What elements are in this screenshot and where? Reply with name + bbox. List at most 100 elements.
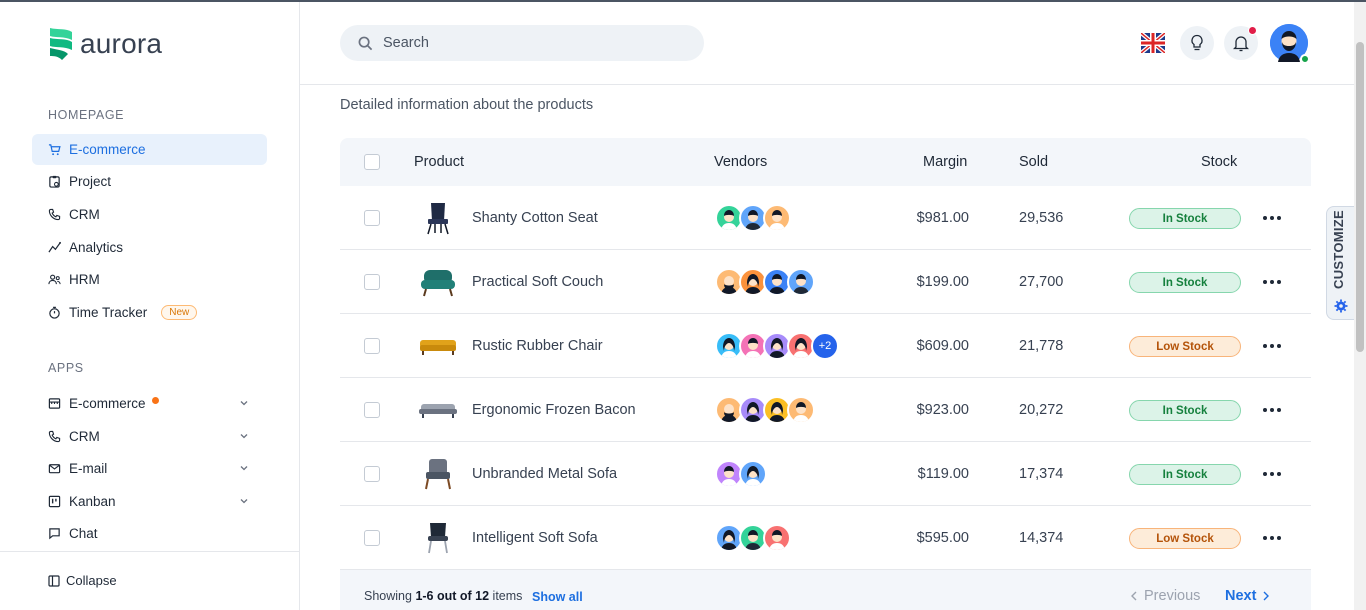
table-header: Product Vendors Margin Sold Stock (340, 138, 1311, 186)
product-sold: 21,778 (1019, 338, 1064, 354)
sidebar-item-project[interactable]: Project (32, 166, 267, 197)
product-image (416, 264, 460, 300)
search-bar[interactable] (340, 25, 704, 61)
vendor-avatars[interactable]: +2 (715, 332, 839, 360)
column-header-margin[interactable]: Margin (923, 154, 967, 170)
sidebar-item-ecommerce[interactable]: E-commerce (32, 134, 267, 165)
product-sold: 29,536 (1019, 210, 1064, 226)
analytics-icon (48, 241, 61, 254)
page-scrollbar[interactable] (1354, 2, 1366, 610)
showing-suffix: items (492, 589, 523, 603)
product-name[interactable]: Ergonomic Frozen Bacon (472, 402, 636, 418)
sidebar-item-apps-email[interactable]: E-mail (32, 453, 267, 484)
vendor-avatar[interactable] (739, 460, 767, 488)
column-header-stock[interactable]: Stock (1201, 154, 1237, 170)
collapse-label: Collapse (66, 573, 117, 588)
product-margin: $609.00 (916, 338, 969, 354)
sidebar-item-apps-ecommerce[interactable]: E-commerce (32, 388, 267, 419)
sidebar-item-time-tracker[interactable]: Time Tracker New (32, 297, 267, 328)
chevron-down-icon[interactable] (239, 463, 249, 473)
column-header-sold[interactable]: Sold (1019, 154, 1048, 170)
table-footer: Showing 1-6 out of 12 items Show all Pre… (340, 570, 1311, 610)
row-checkbox[interactable] (364, 530, 380, 546)
kanban-icon (48, 495, 61, 508)
table-row[interactable]: Unbranded Metal Sofa $119.00 17,374 In S… (340, 442, 1311, 506)
vendor-avatars[interactable] (715, 268, 815, 296)
phone-icon (48, 208, 61, 221)
stock-status-badge: In Stock (1129, 400, 1241, 421)
vendor-avatar[interactable] (763, 204, 791, 232)
product-name[interactable]: Rustic Rubber Chair (472, 338, 603, 354)
product-image (416, 520, 460, 556)
column-header-product[interactable]: Product (414, 154, 464, 170)
notifications-button[interactable] (1224, 26, 1258, 60)
sidebar-item-crm[interactable]: CRM (32, 199, 267, 230)
row-checkbox[interactable] (364, 466, 380, 482)
select-all-checkbox[interactable] (364, 154, 380, 170)
vendor-avatar[interactable] (787, 396, 815, 424)
product-name[interactable]: Shanty Cotton Seat (472, 210, 598, 226)
sidebar: aurora HOMEPAGE E-commerce Project CRM A… (0, 0, 300, 610)
row-actions-button[interactable] (1260, 400, 1284, 420)
user-avatar[interactable] (1270, 24, 1310, 64)
sidebar-item-hrm[interactable]: HRM (32, 264, 267, 295)
row-checkbox[interactable] (364, 210, 380, 226)
top-header (300, 2, 1354, 85)
table-row[interactable]: Shanty Cotton Seat $981.00 29,536 In Sto… (340, 186, 1311, 250)
scrollbar-thumb[interactable] (1356, 42, 1364, 352)
next-page-button[interactable]: Next (1225, 588, 1270, 604)
sidebar-item-apps-crm[interactable]: CRM (32, 421, 267, 452)
row-checkbox[interactable] (364, 338, 380, 354)
vendor-avatar[interactable] (787, 268, 815, 296)
chevron-down-icon[interactable] (239, 431, 249, 441)
sidebar-item-analytics[interactable]: Analytics (32, 232, 267, 263)
vendor-avatars[interactable] (715, 460, 767, 488)
row-actions-button[interactable] (1260, 208, 1284, 228)
chevron-down-icon[interactable] (239, 496, 249, 506)
collapse-button[interactable]: Collapse (48, 573, 117, 588)
table-row[interactable]: Intelligent Soft Sofa $595.00 14,374 Low… (340, 506, 1311, 570)
stock-status-badge: Low Stock (1129, 528, 1241, 549)
sidebar-item-label: CRM (69, 429, 100, 444)
show-all-link[interactable]: Show all (532, 590, 583, 604)
table-row[interactable]: Rustic Rubber Chair +2 $609.00 21,778 Lo… (340, 314, 1311, 378)
uk-flag-icon[interactable] (1141, 33, 1165, 53)
notification-dot (1248, 26, 1257, 35)
vendor-avatars[interactable] (715, 204, 791, 232)
customize-panel-toggle[interactable]: CUSTOMIZE (1326, 206, 1354, 320)
clipboard-icon (48, 175, 61, 188)
more-vendors-badge[interactable]: +2 (811, 332, 839, 360)
table-row[interactable]: Ergonomic Frozen Bacon $923.00 20,272 In… (340, 378, 1311, 442)
aurora-logo-icon (50, 28, 72, 60)
showing-range: 1-6 out of 12 (415, 589, 490, 603)
brand-logo[interactable]: aurora (48, 26, 162, 62)
chevron-down-icon[interactable] (239, 398, 249, 408)
vendor-avatars[interactable] (715, 524, 791, 552)
tips-button[interactable] (1180, 26, 1214, 60)
product-name[interactable]: Unbranded Metal Sofa (472, 466, 617, 482)
table-row[interactable]: Practical Soft Couch $199.00 27,700 In S… (340, 250, 1311, 314)
sidebar-item-apps-chat[interactable]: Chat (32, 518, 267, 549)
showing-prefix: Showing (364, 589, 412, 603)
phone-icon (48, 430, 61, 443)
row-actions-button[interactable] (1260, 464, 1284, 484)
customize-label: CUSTOMIZE (1331, 209, 1346, 289)
product-name[interactable]: Practical Soft Couch (472, 274, 603, 290)
search-icon (358, 36, 373, 50)
sidebar-item-apps-kanban[interactable]: Kanban (32, 486, 267, 517)
sidebar-item-label: Chat (69, 526, 98, 541)
vendor-avatar[interactable] (763, 524, 791, 552)
product-name[interactable]: Intelligent Soft Sofa (472, 530, 598, 546)
row-checkbox[interactable] (364, 274, 380, 290)
row-checkbox[interactable] (364, 402, 380, 418)
column-header-vendors[interactable]: Vendors (714, 154, 767, 170)
vendor-avatars[interactable] (715, 396, 815, 424)
row-actions-button[interactable] (1260, 336, 1284, 356)
bell-icon (1233, 36, 1249, 52)
section-label-homepage: HOMEPAGE (48, 108, 125, 122)
row-actions-button[interactable] (1260, 272, 1284, 292)
previous-page-button[interactable]: Previous (1130, 588, 1200, 604)
search-input[interactable] (383, 35, 663, 51)
row-actions-button[interactable] (1260, 528, 1284, 548)
product-image (416, 392, 460, 428)
